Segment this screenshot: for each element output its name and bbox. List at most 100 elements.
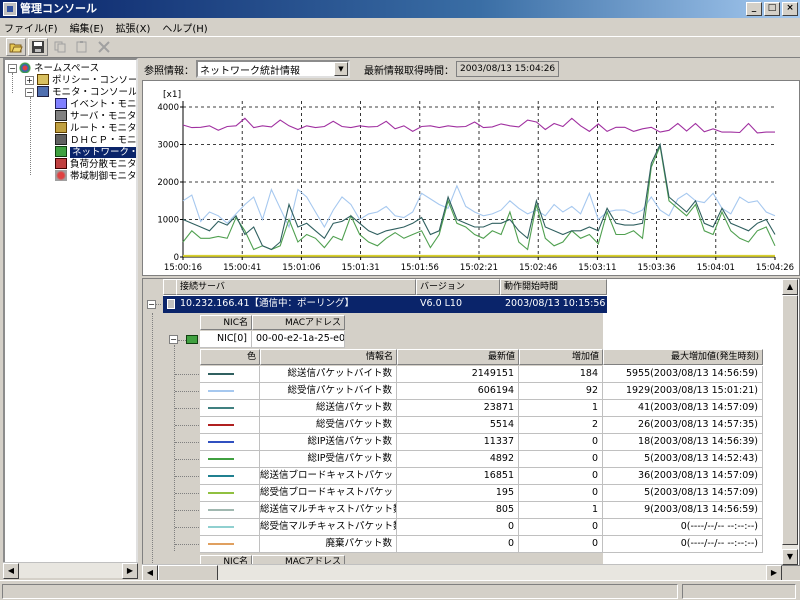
table-horizontal-scrollbar[interactable]: ◀ ▶ xyxy=(142,564,782,581)
reference-select[interactable]: ネットワーク統計情報 ▼ xyxy=(196,60,350,78)
server-monitor-icon xyxy=(55,110,67,121)
x-tick-label: 15:04:01 xyxy=(697,263,735,273)
latest-value-cell: 2149151 xyxy=(397,366,519,383)
increment-cell: 1 xyxy=(519,502,603,519)
color-cell xyxy=(200,468,260,485)
copy-icon[interactable] xyxy=(50,38,70,56)
vertical-scroll-thumb[interactable] xyxy=(782,295,798,545)
close-button[interactable]: × xyxy=(782,2,798,16)
last-updated-value: 2003/08/13 15:04:26 xyxy=(456,61,560,77)
scroll-left-button[interactable]: ◀ xyxy=(142,565,158,581)
tree-item-root[interactable]: ネームスペース xyxy=(19,62,99,74)
dhcp-monitor-icon xyxy=(55,134,67,145)
tree-item-bandwidth-monitor[interactable]: 帯域制御モニタ xyxy=(55,170,136,182)
x-tick-label: 15:00:41 xyxy=(223,263,261,273)
namespace-tree[interactable]: − ネームスペース + ポリシー・コンソール − モニタ・コンソール イベント・… xyxy=(3,58,138,578)
latest-value-cell: 0 xyxy=(397,536,519,553)
nic-expander[interactable]: − xyxy=(169,335,178,344)
delete-icon[interactable] xyxy=(94,38,114,56)
max-increment-cell: 0(----/--/-- --:--:--) xyxy=(603,536,763,553)
increment-cell: 92 xyxy=(519,383,603,400)
x-tick-label: 15:01:56 xyxy=(401,263,439,273)
menu-file[interactable]: ファイル(F) xyxy=(4,20,58,35)
minimize-button[interactable]: _ xyxy=(746,2,762,16)
color-cell xyxy=(200,536,260,553)
tree-item-policy[interactable]: ポリシー・コンソール xyxy=(37,74,136,86)
color-cell xyxy=(200,485,260,502)
y-tick-label: 2000 xyxy=(157,178,179,188)
increment-cell: 0 xyxy=(519,485,603,502)
tree-item-loadbalance-monitor[interactable]: 負荷分散モニタ xyxy=(55,158,136,170)
nic-mac: 00-00-e2-1a-25-e0 xyxy=(252,331,345,348)
info-name-cell: 総受信マルチキャストパケット数 xyxy=(260,519,397,536)
tree-scroll-left-button[interactable]: ◀ xyxy=(3,563,19,579)
info-name-cell: 総受信パケット数 xyxy=(260,417,397,434)
open-folder-icon[interactable] xyxy=(6,38,26,56)
tree-item-dhcp-monitor[interactable]: ＤＨＣＰ・モニタ xyxy=(55,134,136,146)
max-increment-cell: 9(2003/08/13 14:56:59) xyxy=(603,502,763,519)
tree-expander-policy[interactable]: + xyxy=(25,76,34,85)
event-monitor-icon xyxy=(55,98,67,109)
color-swatch xyxy=(208,458,234,460)
increment-cell: 0 xyxy=(519,468,603,485)
max-increment-cell: 5(2003/08/13 14:57:09) xyxy=(603,485,763,502)
tree-item-network-monitor[interactable]: ネットワーク・モ xyxy=(55,146,136,158)
scroll-right-button[interactable]: ▶ xyxy=(766,565,782,581)
statistics-table: 接続サーバ バージョン 動作開始時間 − 10.232.166.41【通信中：ポ… xyxy=(142,278,800,566)
maximize-button[interactable]: □ xyxy=(764,2,780,16)
header-server: 接続サーバ xyxy=(176,279,416,295)
dropdown-arrow-icon[interactable]: ▼ xyxy=(334,62,348,76)
max-increment-cell: 1929(2003/08/13 15:01:21) xyxy=(603,383,763,400)
menu-edit[interactable]: 編集(E) xyxy=(70,20,104,35)
save-icon[interactable] xyxy=(28,38,48,56)
tree-expander-root[interactable]: − xyxy=(8,64,17,73)
status-pane-side xyxy=(682,584,796,599)
server-row[interactable]: 10.232.166.41【通信中：ポーリング】 V6.0 L10 2003/0… xyxy=(163,296,607,313)
color-swatch xyxy=(208,543,234,545)
increment-cell: 184 xyxy=(519,366,603,383)
increment-cell: 1 xyxy=(519,400,603,417)
tree-scroll-right-button[interactable]: ▶ xyxy=(122,563,138,579)
latest-value-cell: 0 xyxy=(397,519,519,536)
max-increment-cell: 0(----/--/-- --:--:--) xyxy=(603,519,763,536)
y-tick-label: 4000 xyxy=(157,103,179,113)
tree-expander-monitor[interactable]: − xyxy=(25,88,34,97)
color-cell xyxy=(200,451,260,468)
server-expander[interactable]: − xyxy=(147,300,156,309)
last-updated-label: 最新情報取得時間： xyxy=(364,65,454,77)
color-cell xyxy=(200,502,260,519)
bandwidth-monitor-icon xyxy=(55,170,67,181)
tree-horizontal-scrollbar[interactable]: ◀ ▶ xyxy=(3,562,138,579)
tree-item-monitor[interactable]: モニタ・コンソール xyxy=(37,86,136,98)
tree-item-server-monitor[interactable]: サーバ・モニタ xyxy=(55,110,136,122)
increment-cell: 0 xyxy=(519,536,603,553)
server-icon xyxy=(167,299,175,309)
tree-item-event-monitor[interactable]: イベント・モニタ xyxy=(55,98,136,110)
x-tick-label: 15:00:16 xyxy=(164,263,202,273)
color-swatch xyxy=(208,441,234,443)
info-name-cell: 総送信パケットバイト数 xyxy=(260,366,397,383)
color-swatch xyxy=(208,492,234,494)
monitor-console-icon xyxy=(37,86,49,97)
scroll-up-button[interactable]: ▲ xyxy=(782,279,798,295)
max-increment-cell: 5(2003/08/13 14:52:43) xyxy=(603,451,763,468)
color-swatch xyxy=(208,526,234,528)
x-tick-label: 15:02:46 xyxy=(519,263,557,273)
max-increment-cell: 18(2003/08/13 14:56:39) xyxy=(603,434,763,451)
statistics-chart: [x1] 0 1000 2000 3000 4000 15:00:16 15:00:41 15:… xyxy=(142,80,800,276)
menu-help[interactable]: ヘルプ(H) xyxy=(162,20,207,35)
header-color: 色 xyxy=(200,349,260,365)
status-bar xyxy=(0,580,800,600)
menu-bar: ファイル(F) 編集(E) 拡張(X) ヘルプ(H) xyxy=(0,18,800,36)
table-vertical-scrollbar[interactable]: ▲ ▼ xyxy=(782,279,798,565)
scroll-down-button[interactable]: ▼ xyxy=(782,549,798,565)
server-name: 10.232.166.41【通信中：ポーリング】 xyxy=(180,298,355,309)
tree-item-route-monitor[interactable]: ルート・モニタ xyxy=(55,122,136,134)
horizontal-scroll-thumb[interactable] xyxy=(158,565,218,581)
app-icon xyxy=(3,2,17,16)
info-name-cell: 総送信マルチキャストパケット数 xyxy=(260,502,397,519)
color-swatch xyxy=(208,390,234,392)
y-tick-label: 0 xyxy=(174,253,179,263)
paste-icon[interactable] xyxy=(72,38,92,56)
menu-extend[interactable]: 拡張(X) xyxy=(116,20,151,35)
